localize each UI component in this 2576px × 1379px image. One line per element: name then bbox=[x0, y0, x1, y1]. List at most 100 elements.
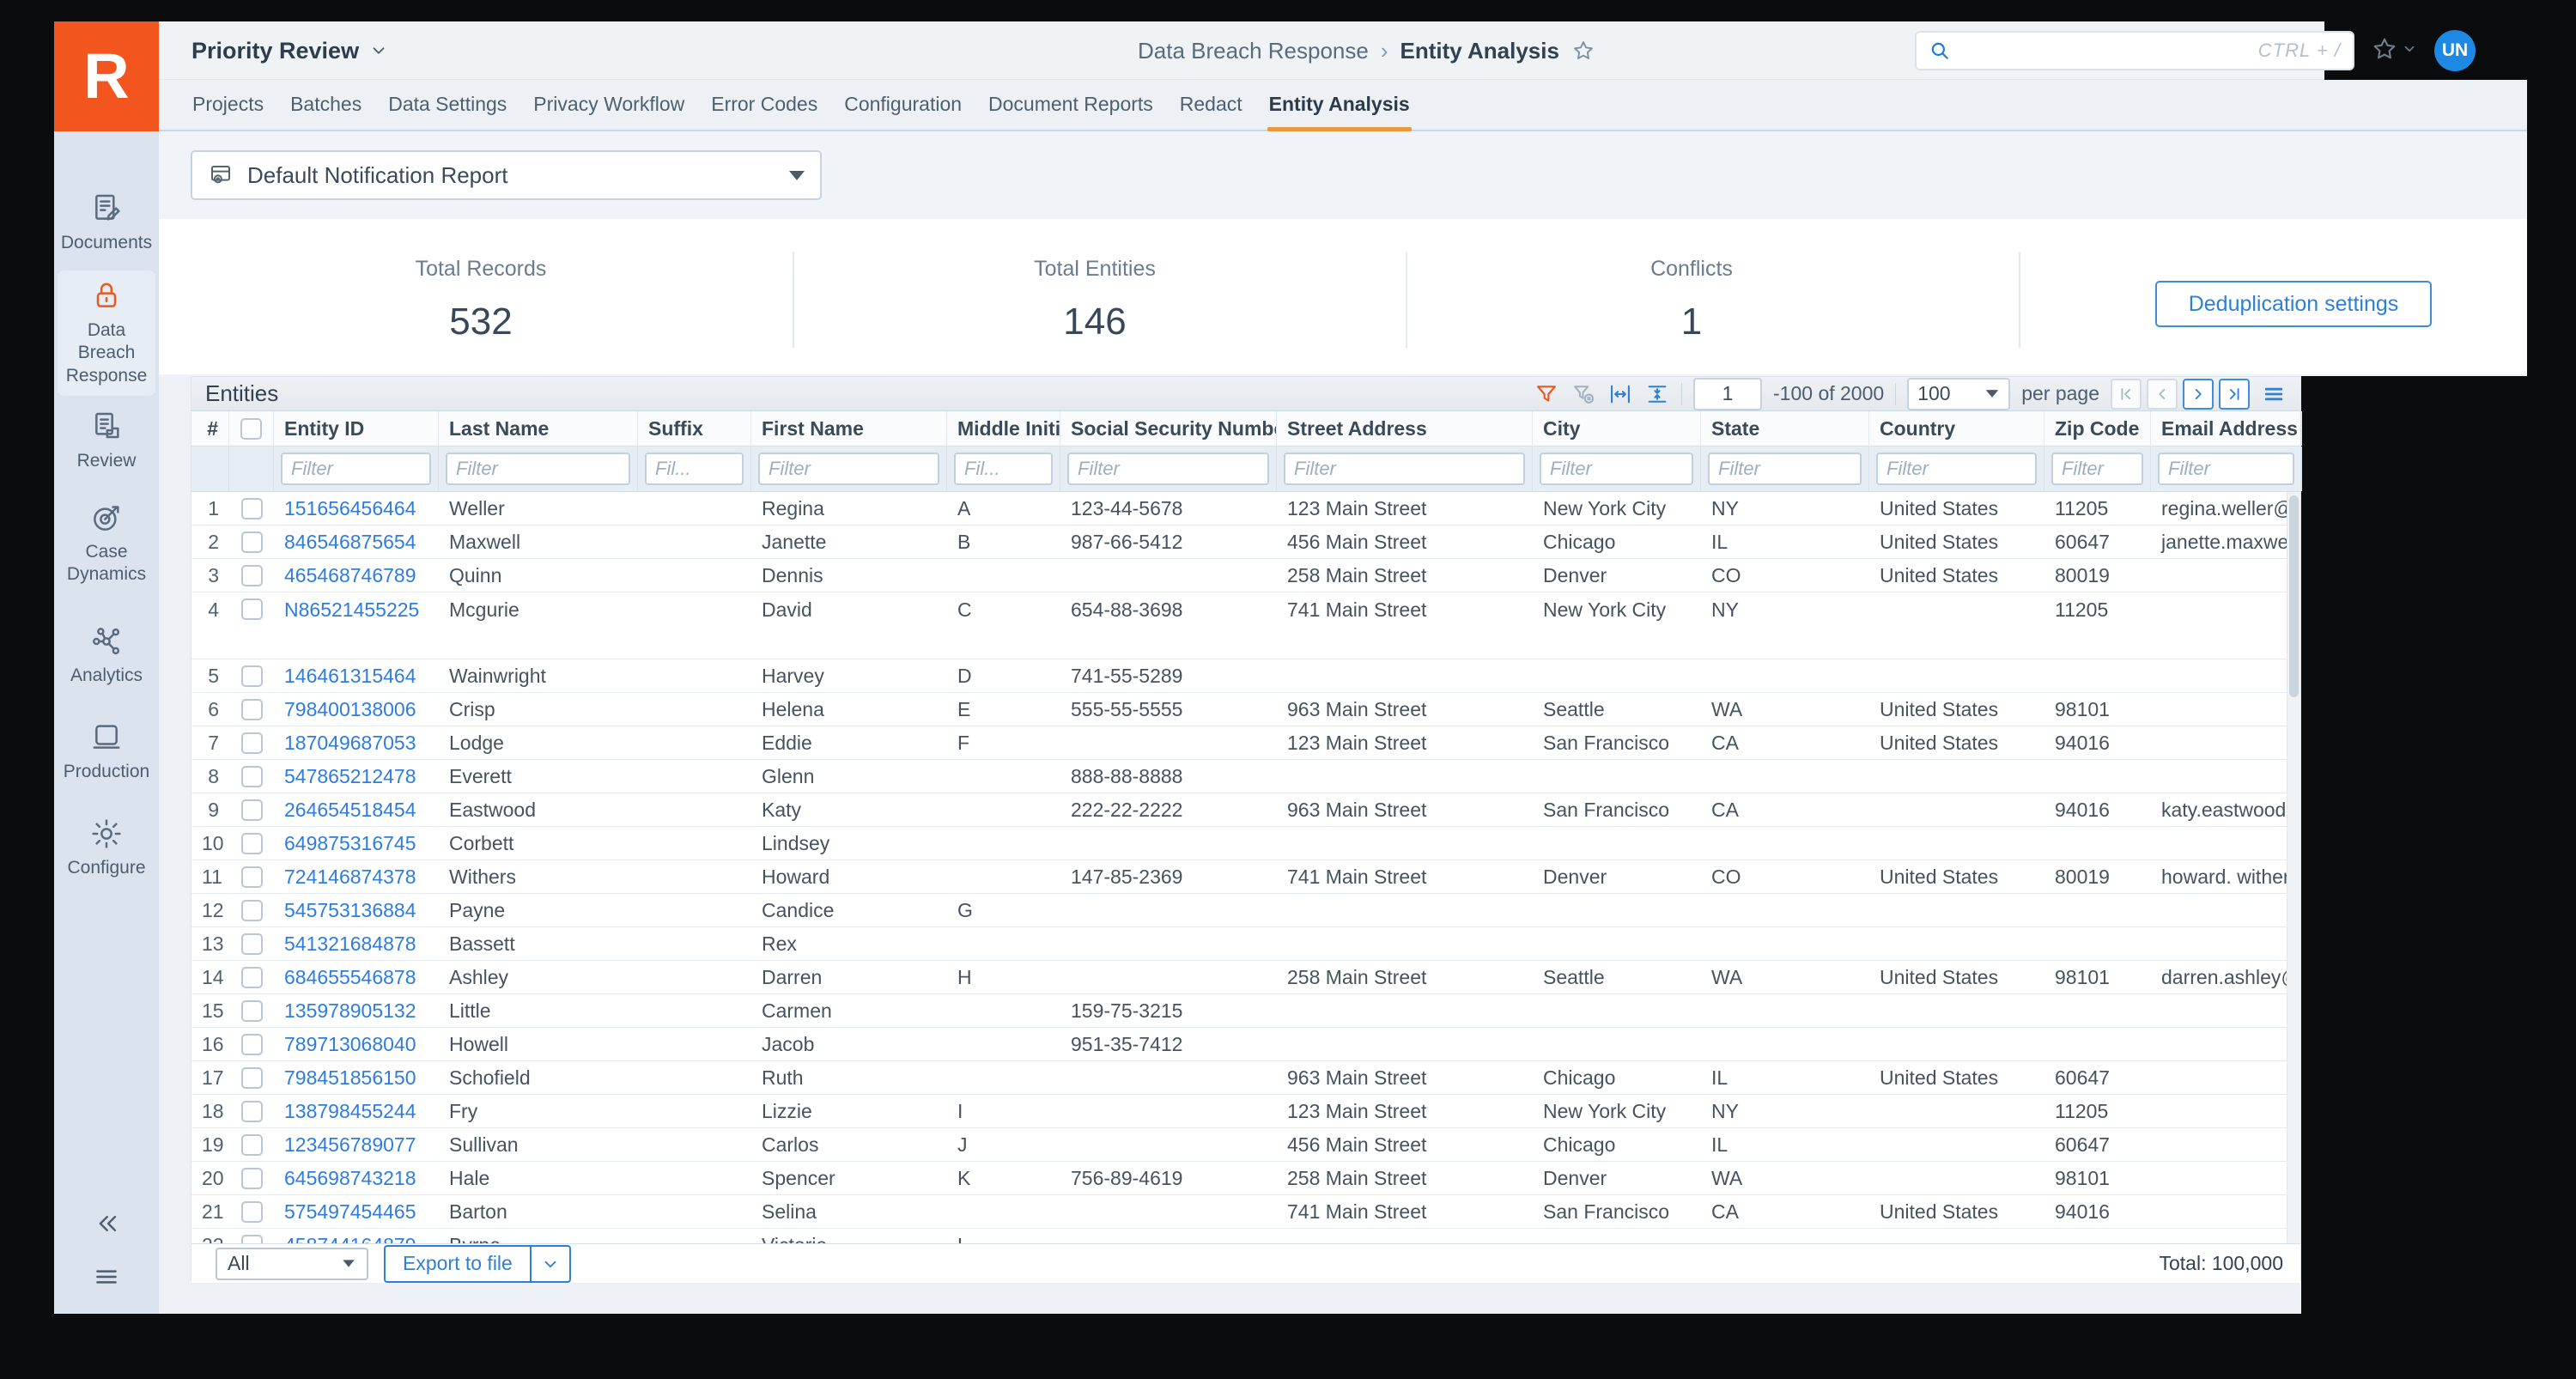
next-page-icon[interactable] bbox=[2183, 379, 2214, 410]
entity-id-link[interactable]: 789713068040 bbox=[274, 1033, 439, 1056]
workspace-switcher[interactable]: Priority Review bbox=[191, 21, 388, 80]
filter-input-last-name[interactable] bbox=[446, 453, 630, 485]
row-checkbox[interactable] bbox=[241, 833, 263, 854]
entity-id-link[interactable]: 187049687053 bbox=[274, 732, 439, 755]
column-header-email-address[interactable]: Email Address bbox=[2151, 411, 2302, 446]
filter-input-first-name[interactable] bbox=[758, 453, 939, 485]
filter-icon[interactable] bbox=[1534, 381, 1559, 407]
row-checkbox[interactable] bbox=[241, 1067, 263, 1089]
row-checkbox[interactable] bbox=[241, 598, 263, 620]
entity-id-link[interactable]: 135978905132 bbox=[274, 999, 439, 1023]
last-page-icon[interactable] bbox=[2219, 379, 2250, 410]
entity-id-link[interactable]: 123456789077 bbox=[274, 1133, 439, 1157]
entity-id-link[interactable]: 146461315464 bbox=[274, 665, 439, 688]
page-number-input[interactable] bbox=[1693, 378, 1762, 410]
filter-input-country[interactable] bbox=[1876, 453, 2037, 485]
row-height-icon[interactable] bbox=[1644, 381, 1670, 407]
entity-id-link[interactable]: 458744164879 bbox=[274, 1234, 439, 1244]
entity-id-link[interactable]: 724146874378 bbox=[274, 866, 439, 889]
row-checkbox[interactable] bbox=[241, 1235, 263, 1244]
sidebar-item-documents[interactable]: Documents bbox=[58, 183, 155, 263]
row-checkbox[interactable] bbox=[241, 1000, 263, 1022]
entity-id-link[interactable]: 545753136884 bbox=[274, 899, 439, 922]
row-checkbox[interactable] bbox=[241, 1101, 263, 1122]
row-checkbox[interactable] bbox=[241, 900, 263, 921]
row-checkbox[interactable] bbox=[241, 732, 263, 754]
row-checkbox[interactable] bbox=[241, 1168, 263, 1189]
entity-id-link[interactable]: N86521455225 bbox=[274, 592, 439, 622]
column-header-last-name[interactable]: Last Name bbox=[439, 411, 638, 446]
sidebar-item-configure[interactable]: Configure bbox=[58, 808, 155, 888]
mass-action-scope-select[interactable]: All bbox=[216, 1248, 368, 1280]
report-selector[interactable]: Default Notification Report bbox=[191, 150, 822, 200]
sidebar-item-analytics[interactable]: Analytics bbox=[58, 616, 155, 696]
row-checkbox[interactable] bbox=[241, 1134, 263, 1156]
scrollbar-thumb[interactable] bbox=[2289, 495, 2299, 697]
filter-input-zip-code[interactable] bbox=[2051, 453, 2143, 485]
page-size-select[interactable]: 100 bbox=[1907, 378, 2010, 410]
filter-input-street-address[interactable] bbox=[1284, 453, 1525, 485]
breadcrumb-parent[interactable]: Data Breach Response bbox=[1138, 38, 1369, 64]
row-checkbox[interactable] bbox=[241, 565, 263, 586]
entity-id-link[interactable]: 541321684878 bbox=[274, 932, 439, 956]
columns-menu-icon[interactable] bbox=[2261, 381, 2287, 407]
row-checkbox[interactable] bbox=[241, 1201, 263, 1223]
entity-id-link[interactable]: 649875316745 bbox=[274, 832, 439, 855]
sidebar-item-data-breach-response[interactable]: Data Breach Response bbox=[58, 270, 155, 396]
row-checkbox[interactable] bbox=[241, 766, 263, 787]
tab-error-codes[interactable]: Error Codes bbox=[709, 93, 819, 130]
row-checkbox[interactable] bbox=[241, 967, 263, 988]
row-checkbox[interactable] bbox=[241, 699, 263, 720]
tab-configuration[interactable]: Configuration bbox=[842, 93, 963, 130]
row-checkbox[interactable] bbox=[241, 799, 263, 821]
vertical-scrollbar[interactable] bbox=[2287, 492, 2300, 1243]
search-input[interactable] bbox=[1959, 39, 2250, 64]
row-checkbox[interactable] bbox=[241, 866, 263, 888]
filter-input-city[interactable] bbox=[1540, 453, 1693, 485]
entity-id-link[interactable]: 575497454465 bbox=[274, 1200, 439, 1224]
sidebar-item-case-dynamics[interactable]: Case Dynamics bbox=[58, 492, 155, 595]
tab-privacy-workflow[interactable]: Privacy Workflow bbox=[532, 93, 686, 130]
tab-batches[interactable]: Batches bbox=[289, 93, 363, 130]
favorites-button[interactable] bbox=[2371, 35, 2417, 63]
filter-input-social-security-number[interactable] bbox=[1067, 453, 1269, 485]
column-header-zip-code[interactable]: Zip Code bbox=[2044, 411, 2151, 446]
entity-id-link[interactable]: 645698743218 bbox=[274, 1167, 439, 1190]
filter-input-suffix[interactable] bbox=[645, 453, 744, 485]
sidebar-item-review[interactable]: Review bbox=[58, 401, 155, 481]
column-header-street-address[interactable]: Street Address bbox=[1277, 411, 1533, 446]
column-header-country[interactable]: Country bbox=[1869, 411, 2044, 446]
deduplication-settings-button[interactable]: Deduplication settings bbox=[2155, 281, 2432, 327]
sidebar-collapse-button[interactable] bbox=[92, 1209, 121, 1238]
column-header-entity-id[interactable]: Entity ID bbox=[274, 411, 439, 446]
column-header-social-security-number[interactable]: Social Security Number bbox=[1060, 411, 1277, 446]
column-header-first-name[interactable]: First Name bbox=[751, 411, 947, 446]
filter-input-state[interactable] bbox=[1708, 453, 1862, 485]
favorite-star-icon[interactable] bbox=[1571, 39, 1595, 63]
entity-id-link[interactable]: 684655546878 bbox=[274, 966, 439, 989]
row-checkbox[interactable] bbox=[241, 933, 263, 955]
column-header-suffix[interactable]: Suffix bbox=[638, 411, 751, 446]
entity-id-link[interactable]: 547865212478 bbox=[274, 765, 439, 788]
entity-id-link[interactable]: 798400138006 bbox=[274, 698, 439, 721]
sidebar-item-production[interactable]: Production bbox=[58, 712, 155, 792]
export-options-button[interactable] bbox=[532, 1247, 569, 1281]
fit-width-icon[interactable] bbox=[1607, 381, 1633, 407]
tab-document-reports[interactable]: Document Reports bbox=[987, 93, 1155, 130]
column-header-state[interactable]: State bbox=[1701, 411, 1869, 446]
tab-redact[interactable]: Redact bbox=[1178, 93, 1244, 130]
filter-input-email-address[interactable] bbox=[2158, 453, 2294, 485]
entity-id-link[interactable]: 465468746789 bbox=[274, 564, 439, 587]
row-checkbox[interactable] bbox=[241, 498, 263, 519]
global-search[interactable]: CTRL + / bbox=[1915, 31, 2354, 70]
entity-id-link[interactable]: 798451856150 bbox=[274, 1066, 439, 1090]
entity-id-link[interactable]: 151656456464 bbox=[274, 497, 439, 520]
row-checkbox[interactable] bbox=[241, 665, 263, 687]
tab-data-settings[interactable]: Data Settings bbox=[386, 93, 508, 130]
tab-projects[interactable]: Projects bbox=[191, 93, 265, 130]
entity-id-link[interactable]: 138798455244 bbox=[274, 1100, 439, 1123]
sidebar-menu-button[interactable] bbox=[92, 1262, 121, 1291]
select-all-checkbox[interactable] bbox=[240, 418, 262, 440]
entity-id-link[interactable]: 846546875654 bbox=[274, 531, 439, 554]
column-header-middle-initial[interactable]: Middle Initial bbox=[947, 411, 1060, 446]
